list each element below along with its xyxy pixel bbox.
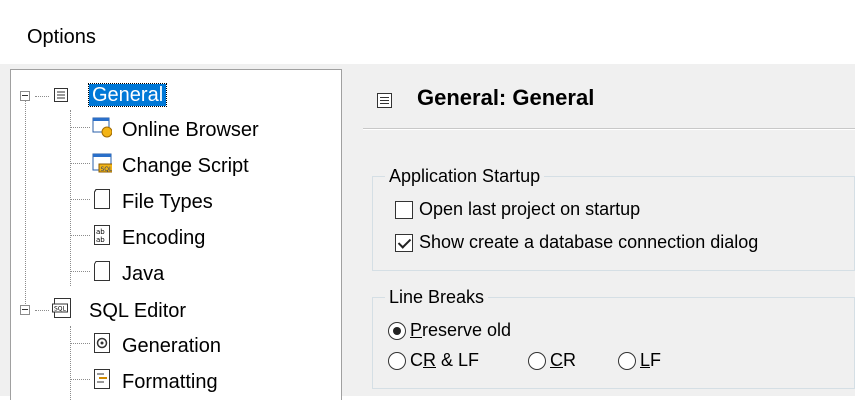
- header-divider: [363, 128, 855, 130]
- sql-editor-icon: SQL: [51, 297, 71, 319]
- tree-item-change-script[interactable]: Change Script: [122, 153, 249, 179]
- general-page-icon: [51, 84, 71, 106]
- generation-gear-icon: [92, 332, 112, 354]
- svg-text:SQL: SQL: [54, 306, 67, 313]
- svg-text:ab: ab: [96, 228, 105, 236]
- radio-label: Preserve old: [410, 320, 512, 340]
- radio-button[interactable]: [388, 321, 406, 340]
- options-tree[interactable]: General Online Browser SQL Change Script…: [10, 69, 342, 400]
- cr-radio[interactable]: CR: [528, 350, 576, 371]
- title-bar: Options: [0, 0, 855, 64]
- tree-item-sql-editor[interactable]: SQL Editor: [89, 298, 186, 324]
- tree-item-file-types[interactable]: File Types: [122, 189, 213, 215]
- radio-button[interactable]: [528, 351, 546, 370]
- page-icon: [92, 260, 112, 282]
- tree-connector: [70, 379, 90, 380]
- tree-item-java[interactable]: Java: [122, 261, 164, 287]
- show-create-db-dialog-checkbox[interactable]: Show create a database connection dialog: [395, 232, 758, 253]
- online-browser-icon: [92, 116, 112, 138]
- tree-item-formatting[interactable]: Formatting: [122, 369, 218, 395]
- tree-connector: [35, 310, 49, 311]
- window-title: Options: [27, 26, 96, 48]
- collapse-toggle-sql-editor[interactable]: [20, 305, 30, 315]
- tree-connector: [70, 343, 90, 344]
- tree-item-general[interactable]: General: [87, 82, 168, 108]
- svg-text:ab: ab: [96, 236, 105, 244]
- group-label: Application Startup: [385, 166, 545, 186]
- page-title: General: General: [417, 85, 595, 110]
- tree-item-generation[interactable]: Generation: [122, 333, 221, 359]
- tree-item-label: General: [87, 83, 168, 107]
- tree-connector: [70, 271, 90, 272]
- encoding-icon: ab ab: [92, 224, 112, 246]
- group-label: Line Breaks: [385, 287, 489, 307]
- checkbox-box[interactable]: [395, 233, 413, 252]
- checkbox-box[interactable]: [395, 200, 413, 219]
- application-startup-group: Application Startup Open last project on…: [372, 166, 855, 271]
- checkbox-label: Open last project on startup: [419, 199, 641, 219]
- sql-script-icon: SQL: [92, 152, 112, 174]
- open-last-project-checkbox[interactable]: Open last project on startup: [395, 199, 640, 220]
- tree-connector: [70, 163, 90, 164]
- preserve-old-radio[interactable]: Preserve old: [388, 320, 511, 341]
- radio-label: LF: [640, 350, 662, 370]
- dialog-body: General Online Browser SQL Change Script…: [0, 64, 855, 400]
- svg-text:SQL: SQL: [101, 166, 113, 173]
- general-page-icon: [376, 92, 394, 115]
- crlf-radio[interactable]: CR & LF: [388, 350, 479, 371]
- page-icon: [92, 188, 112, 210]
- tree-connector: [70, 326, 71, 400]
- tree-connector: [25, 98, 26, 312]
- radio-label: CR & LF: [410, 350, 480, 370]
- collapse-toggle-general[interactable]: [20, 91, 30, 101]
- checkbox-label: Show create a database connection dialog: [419, 232, 759, 252]
- radio-button[interactable]: [388, 351, 406, 370]
- tree-connector: [70, 199, 90, 200]
- radio-button[interactable]: [618, 351, 636, 370]
- tree-connector: [70, 235, 90, 236]
- tree-connector: [35, 96, 49, 97]
- tree-connector: [70, 110, 71, 286]
- tree-item-encoding[interactable]: Encoding: [122, 225, 205, 251]
- tree-item-online-browser[interactable]: Online Browser: [122, 117, 259, 143]
- line-breaks-group: Line Breaks Preserve old CR & LF CR LF: [372, 287, 855, 389]
- formatting-icon: [92, 368, 112, 390]
- tree-connector: [70, 127, 90, 128]
- radio-label: CR: [550, 350, 576, 370]
- lf-radio[interactable]: LF: [618, 350, 661, 371]
